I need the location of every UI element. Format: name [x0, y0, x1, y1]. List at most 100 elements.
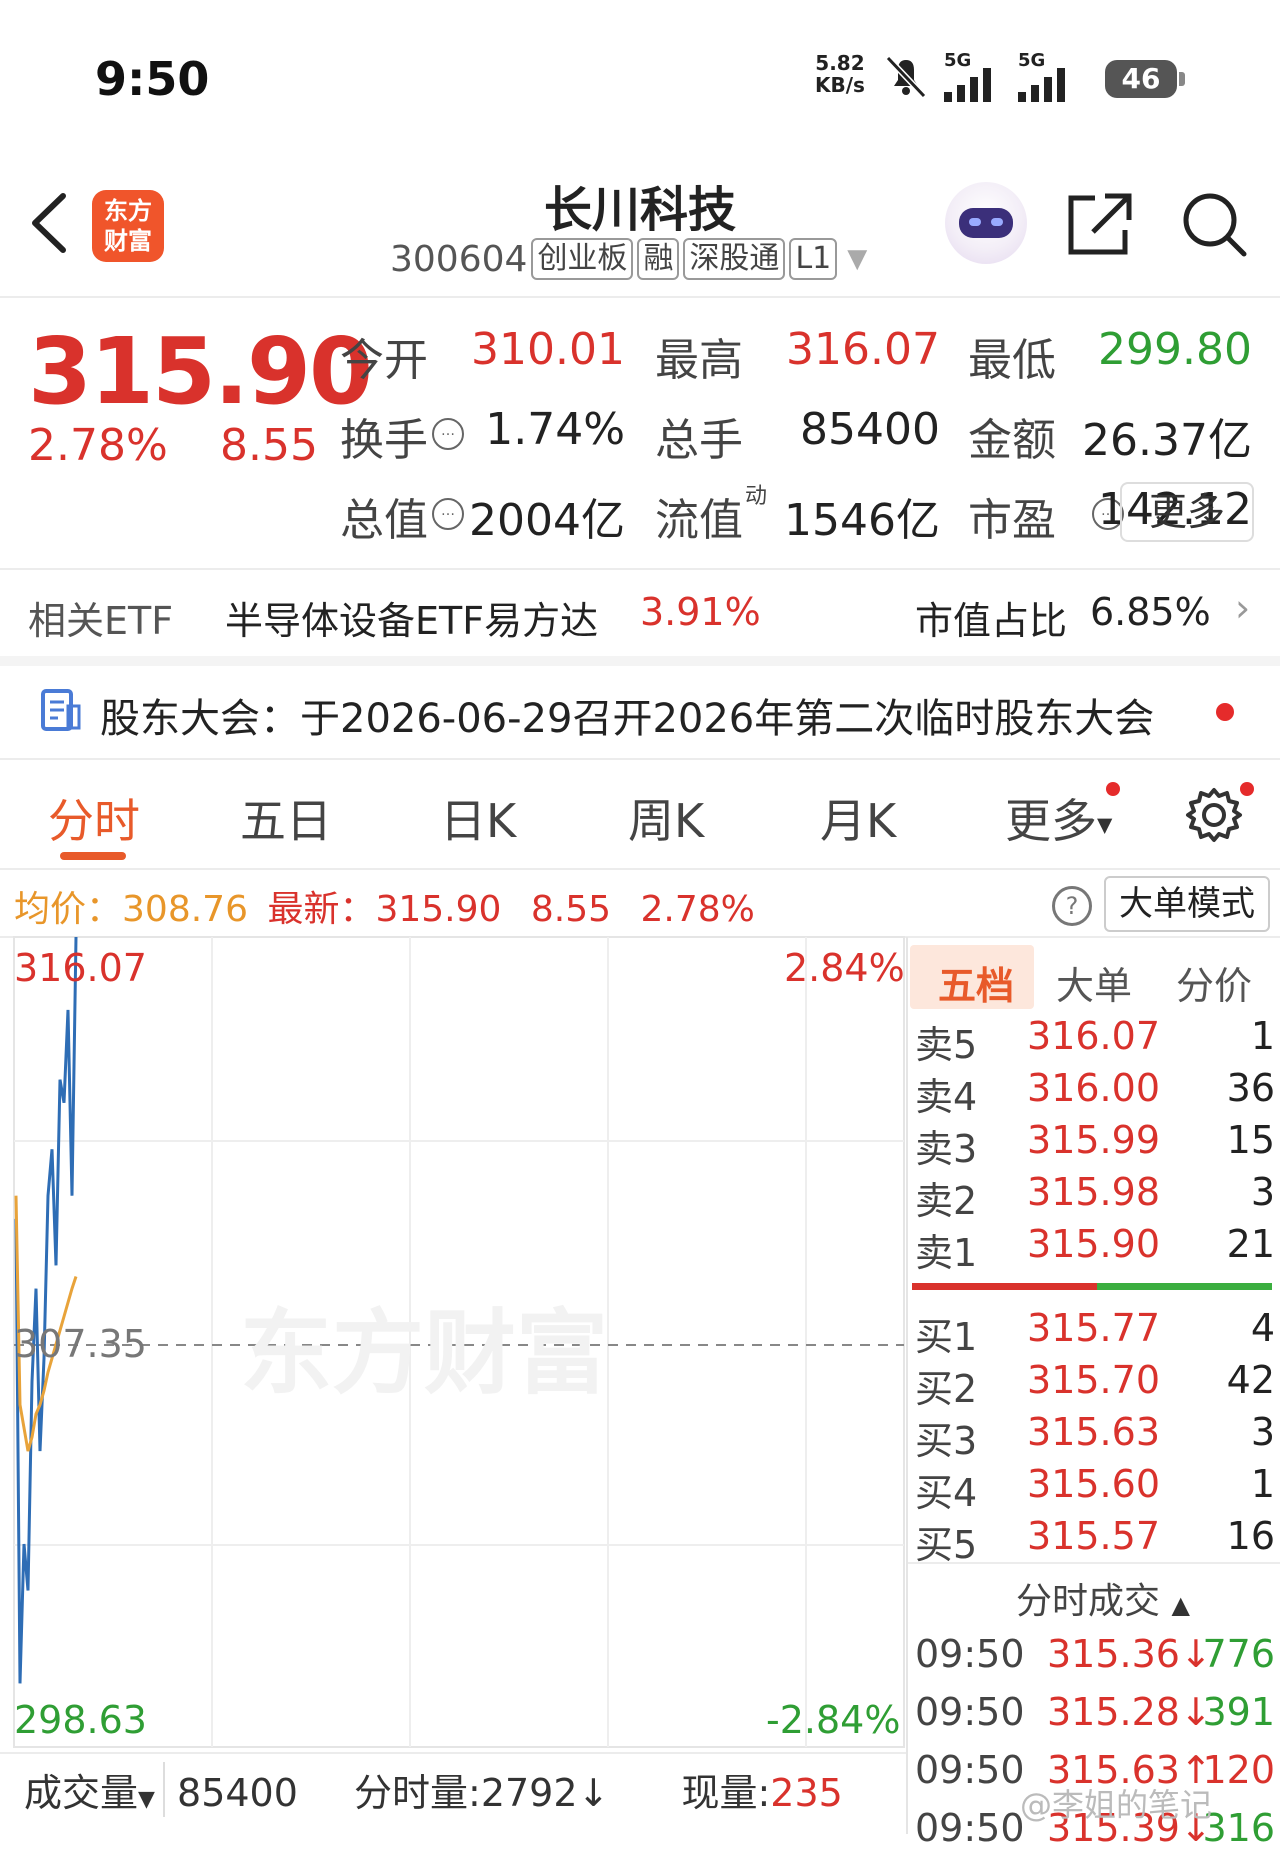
ask-level-row[interactable]: 卖3 315.99 15	[915, 1118, 1275, 1171]
bid-level-row[interactable]: 买5 315.57 16	[915, 1514, 1275, 1567]
trade-time: 09:50	[915, 1690, 1025, 1734]
quote-label: 最高	[655, 335, 743, 386]
tab-more[interactable]: 更多▼	[1005, 785, 1112, 851]
status-time: 9:50	[95, 52, 210, 106]
bid-price: 315.60	[1027, 1462, 1160, 1506]
tab-monthly-k[interactable]: 月K	[820, 785, 896, 851]
more-quote-button[interactable]: 更多	[1120, 482, 1254, 542]
trade-time: 09:50	[915, 1748, 1025, 1792]
ask-level-row[interactable]: 卖4 316.00 36	[915, 1066, 1275, 1119]
quote-value: 26.37亿	[1082, 415, 1252, 466]
bid-vol: 1	[1250, 1462, 1275, 1506]
volume-selector[interactable]: 成交量▼	[24, 1762, 165, 1817]
bid-label: 买3	[915, 1419, 978, 1463]
bid-level-row[interactable]: 买4 315.60 1	[915, 1462, 1275, 1515]
trade-time: 09:50	[915, 1632, 1025, 1676]
related-etf-row[interactable]: 相关ETF 半导体设备ETF易方达 3.91% 市值占比 6.85% ›	[0, 572, 1280, 652]
ob-tab-big-orders[interactable]: 大单	[1056, 955, 1132, 1010]
latest-value: 315.90	[375, 889, 502, 930]
quote-label: 换手	[340, 415, 428, 466]
volume-total: 85400	[177, 1771, 298, 1815]
bid-vol: 42	[1226, 1358, 1275, 1402]
caret-down-icon: ▼	[138, 1787, 155, 1812]
minute-volume-label: 分时量:	[354, 1771, 481, 1815]
bid-price: 315.63	[1027, 1410, 1160, 1454]
etf-share-value: 6.85%	[1090, 590, 1211, 634]
quote-value: 1.74%	[485, 404, 625, 455]
trade-vol: 120	[1202, 1748, 1275, 1792]
network-speed-value: 5.82	[815, 51, 865, 75]
signal-bars-icon	[1018, 68, 1065, 102]
bid-level-row[interactable]: 买1 315.77 4	[915, 1306, 1275, 1359]
notice-row[interactable]: 股东大会：于2026-06-29召开2026年第二次临时股东大会	[0, 666, 1280, 756]
ask-level-row[interactable]: 卖1 315.90 21	[915, 1222, 1275, 1275]
ai-assistant-avatar[interactable]	[945, 182, 1027, 264]
trade-time: 09:50	[915, 1806, 1025, 1850]
search-icon[interactable]	[1180, 190, 1250, 264]
latest-percent: 2.78%	[640, 889, 755, 930]
mute-bell-icon	[880, 52, 932, 104]
trades-header[interactable]: 分时成交 ▲	[1016, 1572, 1190, 1624]
ask-level-row[interactable]: 卖2 315.98 3	[915, 1170, 1275, 1223]
battery-indicator: 46	[1105, 60, 1185, 98]
ask-level-row[interactable]: 卖5 316.07 1	[915, 1014, 1275, 1067]
last-price: 315.90	[28, 318, 373, 425]
share-icon[interactable]	[1065, 190, 1135, 264]
change-amount: 8.55	[220, 420, 318, 471]
quote-value: 85400	[800, 404, 940, 455]
chart-watermark: 东方财富	[240, 1300, 608, 1407]
tab-more-label: 更多	[1005, 794, 1097, 848]
ob-tab-five-levels[interactable]: 五档	[938, 955, 1014, 1010]
pct-min-label: -2.84%	[766, 1698, 901, 1742]
bid-level-row[interactable]: 买3 315.63 3	[915, 1410, 1275, 1463]
quote-label: 今开	[340, 335, 428, 386]
ask-price: 316.00	[1027, 1066, 1160, 1110]
settings-gear-icon[interactable]	[1185, 786, 1243, 848]
big-order-mode-button[interactable]: 大单模式	[1104, 876, 1270, 932]
info-icon[interactable]: …	[432, 498, 464, 530]
avg-label: 均价：	[14, 889, 123, 930]
latest-label: 最新：	[267, 889, 376, 930]
bid-vol: 4	[1250, 1306, 1275, 1350]
volume-row: 成交量▼ 85400 分时量:2792↓ 现量:235	[14, 1762, 843, 1817]
ob-tab-price-dist[interactable]: 分价	[1176, 955, 1252, 1010]
chevron-right-icon: ›	[1235, 586, 1251, 630]
dropdown-caret-icon[interactable]: ▼	[847, 244, 867, 274]
ask-label: 卖3	[915, 1127, 978, 1171]
ask-pressure-bar	[912, 1283, 1097, 1290]
active-tab-underline	[60, 852, 126, 860]
etf-name: 半导体设备ETF易方达	[225, 599, 599, 643]
bid-price: 315.77	[1027, 1306, 1160, 1350]
bid-label: 买1	[915, 1315, 978, 1359]
bid-label: 买5	[915, 1523, 978, 1567]
y-min-label: 298.63	[14, 1698, 147, 1742]
chart-info-bar: 均价：308.76 最新：315.90 8.55 2.78%	[14, 880, 755, 932]
quote-value: 316.07	[786, 324, 940, 375]
trade-row: 09:50 315.28↓ 391	[915, 1690, 1275, 1746]
stock-code-row[interactable]: 300604 创业板 融 深股通 L1 ▼	[390, 238, 867, 280]
ask-price: 315.90	[1027, 1222, 1160, 1266]
tag-connect: 深股通	[683, 238, 786, 280]
tab-more-dot	[1106, 782, 1120, 796]
bid-price: 315.57	[1027, 1514, 1160, 1558]
unread-dot	[1216, 703, 1234, 721]
minute-volume-value: 2792↓	[480, 1771, 610, 1815]
tab-intraday[interactable]: 分时	[48, 785, 140, 851]
help-icon[interactable]: ?	[1052, 886, 1092, 926]
bid-level-row[interactable]: 买2 315.70 42	[915, 1358, 1275, 1411]
tab-weekly-k[interactable]: 周K	[628, 785, 704, 851]
info-icon[interactable]: …	[432, 418, 464, 450]
quote-label: 最低	[968, 335, 1056, 386]
tab-five-day[interactable]: 五日	[240, 785, 332, 851]
quote-value: 1546亿	[784, 495, 940, 546]
divider	[0, 1752, 906, 1754]
notice-text: 股东大会：于2026-06-29召开2026年第二次临时股东大会	[100, 696, 1155, 742]
etf-label: 相关ETF	[28, 599, 174, 643]
quote-label: 总手	[655, 415, 743, 466]
quote-value: 299.80	[1098, 324, 1252, 375]
quote-label: 金额	[968, 415, 1056, 466]
latest-change: 8.55	[530, 889, 612, 930]
stock-code: 300604	[390, 238, 528, 280]
tab-daily-k[interactable]: 日K	[440, 785, 516, 851]
network-speed-unit: KB/s	[815, 73, 865, 97]
